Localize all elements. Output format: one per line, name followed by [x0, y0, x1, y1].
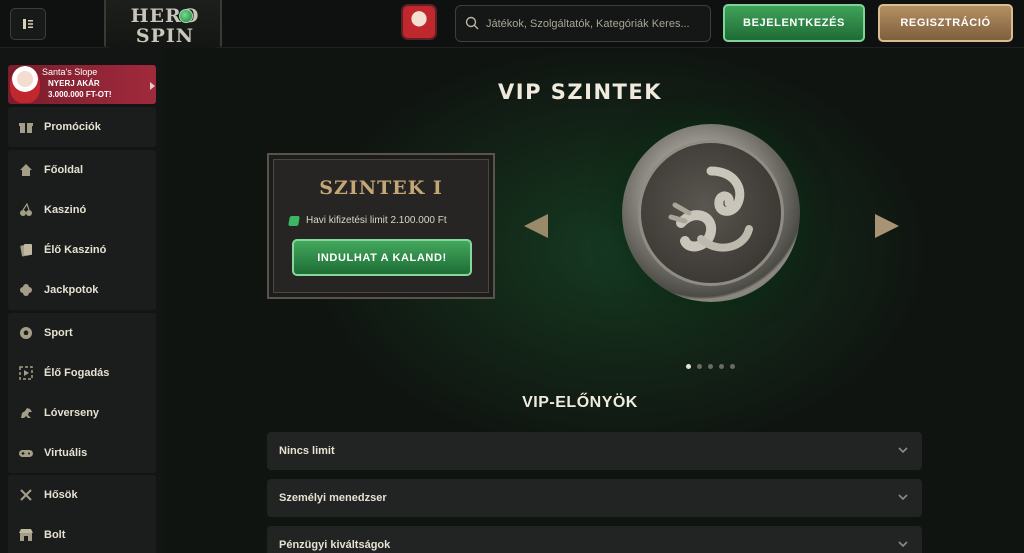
- sidebar-item-casino[interactable]: Kaszinó: [8, 191, 156, 229]
- nav-group-casino: Főoldal Kaszinó Élő Kaszinó Jackpotok: [8, 150, 156, 310]
- sidebar-item-label: Lóverseny: [44, 407, 100, 419]
- vip-level-card: SZINTEK I Havi kifizetési limit 2.100.00…: [267, 153, 495, 299]
- sidebar-item-label: Promóciók: [44, 121, 101, 133]
- nav-group-heroes: Hősök Bolt: [8, 475, 156, 553]
- gamepad-icon: [18, 445, 34, 461]
- sidebar: Santa's Slope NYERJ AKÁR 3.000.000 FT-OT…: [0, 48, 164, 553]
- carousel-dot[interactable]: [686, 364, 691, 369]
- nav-group-promotions: Promóciók: [8, 107, 156, 147]
- logo-gem-icon: [179, 9, 193, 23]
- search-box[interactable]: [455, 5, 711, 42]
- level-title: SZINTEK I: [319, 177, 443, 199]
- sidebar-item-label: Sport: [44, 327, 73, 339]
- promo-title: Santa's Slope: [42, 67, 98, 77]
- register-button[interactable]: REGISZTRÁCIÓ: [878, 4, 1013, 42]
- accordion-label: Pénzügyi kiváltságok: [279, 539, 391, 551]
- carousel-dot[interactable]: [697, 364, 702, 369]
- start-adventure-button[interactable]: INDULHAT A KALAND!: [292, 239, 472, 276]
- sidebar-item-label: Virtuális: [44, 447, 88, 459]
- sidebar-item-heroes[interactable]: Hősök: [8, 476, 156, 514]
- sidebar-item-label: Főoldal: [44, 164, 84, 176]
- sidebar-item-label: Élő Fogadás: [44, 367, 110, 379]
- promo-banner[interactable]: Santa's Slope NYERJ AKÁR 3.000.000 FT-OT…: [8, 65, 156, 104]
- sidebar-item-sport[interactable]: Sport: [8, 314, 156, 352]
- logo-line1: HERO: [130, 5, 200, 27]
- page-title: VIP SZINTEK: [498, 80, 662, 104]
- sidebar-item-home[interactable]: Főoldal: [8, 151, 156, 189]
- live-icon: [18, 365, 34, 381]
- sidebar-item-shop[interactable]: Bolt: [8, 516, 156, 553]
- menu-icon: [23, 19, 33, 29]
- vip-level-medallion: [622, 124, 800, 302]
- top-bar: HERO SPIN BEJELENTKEZÉS REGISZTRÁCIÓ: [0, 0, 1024, 58]
- carousel-next-arrow-icon[interactable]: [875, 214, 899, 238]
- horse-icon: [18, 405, 34, 421]
- home-icon: [18, 162, 34, 178]
- carousel-dot[interactable]: [708, 364, 713, 369]
- sidebar-item-virtual[interactable]: Virtuális: [8, 434, 156, 472]
- sidebar-item-label: Bolt: [44, 529, 66, 541]
- login-button[interactable]: BEJELENTKEZÉS: [723, 4, 865, 42]
- sidebar-item-horse-racing[interactable]: Lóverseny: [8, 394, 156, 432]
- benefit-accordion-financial-privileges[interactable]: Pénzügyi kiváltságok: [267, 526, 922, 553]
- promo-line3: 3.000.000 FT-OT!: [48, 90, 112, 99]
- benefits-title: VIP-ELŐNYÖK: [522, 394, 638, 411]
- sidebar-item-promotions[interactable]: Promóciók: [8, 108, 156, 146]
- accordion-label: Személyi menedzser: [279, 492, 387, 504]
- sidebar-item-label: Jackpotok: [44, 284, 99, 296]
- nav-group-sports: Sport Élő Fogadás Lóverseny Virtuális: [8, 313, 156, 473]
- promo-line2: NYERJ AKÁR: [48, 79, 100, 88]
- sidebar-item-label: Élő Kaszinó: [44, 244, 107, 256]
- gift-icon: [18, 119, 34, 135]
- clover-icon: [18, 282, 34, 298]
- cherries-icon: [18, 202, 34, 218]
- chevron-down-icon: [898, 447, 908, 454]
- cards-icon: [18, 242, 34, 258]
- arrow-right-icon: [150, 82, 155, 90]
- chevron-down-icon: [898, 541, 908, 548]
- carousel-prev-arrow-icon[interactable]: [524, 214, 548, 238]
- carousel-dot[interactable]: [719, 364, 724, 369]
- santa-promo-icon[interactable]: [401, 4, 437, 40]
- money-icon: [288, 216, 300, 226]
- benefit-accordion-no-limit[interactable]: Nincs limit: [267, 432, 922, 470]
- search-input[interactable]: [486, 6, 706, 41]
- benefit-accordion-personal-manager[interactable]: Személyi menedzser: [267, 479, 922, 517]
- chevron-down-icon: [898, 494, 908, 501]
- menu-toggle-button[interactable]: [10, 8, 46, 40]
- main-background: [164, 48, 1024, 553]
- ball-icon: [18, 325, 34, 341]
- carousel-dots: [686, 364, 738, 370]
- sidebar-item-live-betting[interactable]: Élő Fogadás: [8, 354, 156, 392]
- santa-icon: [10, 66, 40, 103]
- accordion-label: Nincs limit: [279, 445, 335, 457]
- search-icon: [465, 16, 479, 30]
- sidebar-item-label: Kaszinó: [44, 204, 87, 216]
- sidebar-item-jackpots[interactable]: Jackpotok: [8, 271, 156, 309]
- payout-limit-text: Havi kifizetési limit 2.100.000 Ft: [306, 215, 447, 226]
- logo-line2: SPIN: [135, 25, 195, 47]
- scorpion-emblem-icon: [638, 140, 784, 286]
- swords-icon: [18, 487, 34, 503]
- sidebar-item-label: Hősök: [44, 489, 78, 501]
- carousel-dot[interactable]: [730, 364, 735, 369]
- sidebar-item-live-casino[interactable]: Élő Kaszinó: [8, 231, 156, 269]
- shop-icon: [18, 527, 34, 543]
